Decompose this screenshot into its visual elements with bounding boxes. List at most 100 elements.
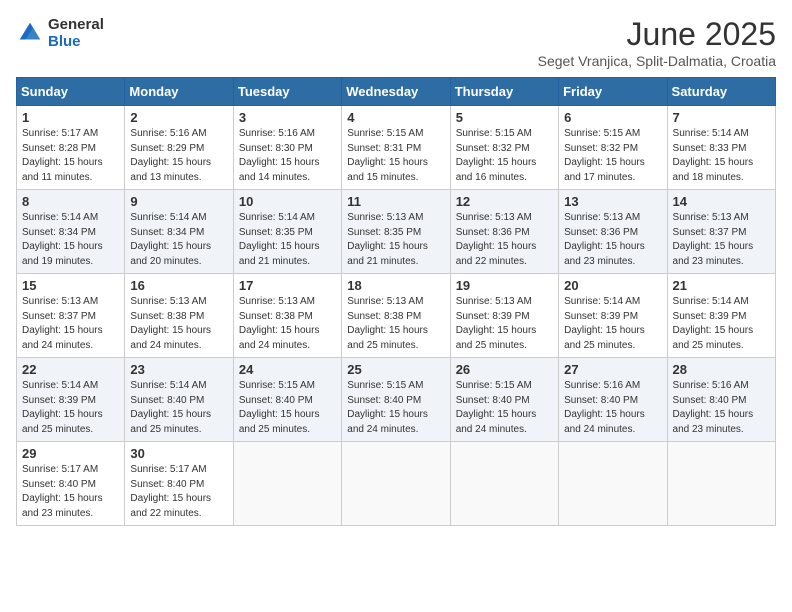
day-info: Sunrise: 5:13 AMSunset: 8:39 PMDaylight:… [456, 295, 553, 353]
calendar-cell: 3 Sunrise: 5:16 AMSunset: 8:30 PMDaylight… [233, 106, 341, 190]
calendar-cell: 20 Sunrise: 5:14 AMSunset: 8:39 PMDayligh… [559, 274, 667, 358]
day-number: 20 [564, 278, 661, 293]
calendar-cell: 12 Sunrise: 5:13 AMSunset: 8:36 PMDayligh… [450, 190, 558, 274]
day-number: 14 [673, 194, 770, 209]
calendar-cell [667, 442, 775, 526]
day-info: Sunrise: 5:14 AMSunset: 8:34 PMDaylight:… [130, 211, 227, 269]
calendar-week-row: 8 Sunrise: 5:14 AMSunset: 8:34 PMDaylight… [17, 190, 776, 274]
day-info: Sunrise: 5:16 AMSunset: 8:29 PMDaylight:… [130, 127, 227, 185]
day-number: 13 [564, 194, 661, 209]
day-info: Sunrise: 5:13 AMSunset: 8:38 PMDaylight:… [130, 295, 227, 353]
day-number: 21 [673, 278, 770, 293]
day-number: 7 [673, 110, 770, 125]
calendar-subtitle: Seget Vranjica, Split-Dalmatia, Croatia [538, 53, 776, 69]
calendar-cell: 28 Sunrise: 5:16 AMSunset: 8:40 PMDayligh… [667, 358, 775, 442]
day-info: Sunrise: 5:16 AMSunset: 8:30 PMDaylight:… [239, 127, 336, 185]
logo-text-general: General [48, 16, 104, 33]
calendar-cell: 25 Sunrise: 5:15 AMSunset: 8:40 PMDayligh… [342, 358, 450, 442]
day-number: 1 [22, 110, 119, 125]
calendar-cell: 4 Sunrise: 5:15 AMSunset: 8:31 PMDaylight… [342, 106, 450, 190]
calendar-cell: 10 Sunrise: 5:14 AMSunset: 8:35 PMDayligh… [233, 190, 341, 274]
day-info: Sunrise: 5:16 AMSunset: 8:40 PMDaylight:… [564, 379, 661, 437]
day-number: 4 [347, 110, 444, 125]
day-number: 22 [22, 362, 119, 377]
calendar-cell: 19 Sunrise: 5:13 AMSunset: 8:39 PMDayligh… [450, 274, 558, 358]
day-info: Sunrise: 5:14 AMSunset: 8:34 PMDaylight:… [22, 211, 119, 269]
day-info: Sunrise: 5:14 AMSunset: 8:39 PMDaylight:… [673, 295, 770, 353]
day-number: 3 [239, 110, 336, 125]
weekday-header: Friday [559, 78, 667, 106]
title-block: June 2025 Seget Vranjica, Split-Dalmatia… [538, 16, 776, 69]
day-info: Sunrise: 5:14 AMSunset: 8:33 PMDaylight:… [673, 127, 770, 185]
day-info: Sunrise: 5:13 AMSunset: 8:36 PMDaylight:… [564, 211, 661, 269]
day-info: Sunrise: 5:13 AMSunset: 8:37 PMDaylight:… [673, 211, 770, 269]
day-number: 11 [347, 194, 444, 209]
day-number: 28 [673, 362, 770, 377]
calendar-cell: 30Sunrise: 5:17 AMSunset: 8:40 PMDayligh… [125, 442, 233, 526]
day-number: 30 [130, 446, 227, 461]
day-info: Sunrise: 5:13 AMSunset: 8:37 PMDaylight:… [22, 295, 119, 353]
calendar-cell: 24Sunrise: 5:15 AMSunset: 8:40 PMDayligh… [233, 358, 341, 442]
day-info: Sunrise: 5:15 AMSunset: 8:40 PMDaylight:… [347, 379, 444, 437]
calendar-cell: 2 Sunrise: 5:16 AMSunset: 8:29 PMDaylight… [125, 106, 233, 190]
day-info: Sunrise: 5:14 AMSunset: 8:39 PMDaylight:… [22, 379, 119, 437]
calendar-week-row: 1 Sunrise: 5:17 AMSunset: 8:28 PMDaylight… [17, 106, 776, 190]
calendar-cell: 21 Sunrise: 5:14 AMSunset: 8:39 PMDayligh… [667, 274, 775, 358]
calendar-cell: 6 Sunrise: 5:15 AMSunset: 8:32 PMDaylight… [559, 106, 667, 190]
calendar-cell: 7 Sunrise: 5:14 AMSunset: 8:33 PMDaylight… [667, 106, 775, 190]
calendar-cell: 8 Sunrise: 5:14 AMSunset: 8:34 PMDaylight… [17, 190, 125, 274]
weekday-header: Wednesday [342, 78, 450, 106]
logo: General Blue [16, 16, 104, 50]
calendar-cell [559, 442, 667, 526]
calendar-title: June 2025 [538, 16, 776, 53]
weekday-header-row: SundayMondayTuesdayWednesdayThursdayFrid… [17, 78, 776, 106]
calendar-cell: 14 Sunrise: 5:13 AMSunset: 8:37 PMDayligh… [667, 190, 775, 274]
day-number: 23 [130, 362, 227, 377]
day-info: Sunrise: 5:14 AMSunset: 8:39 PMDaylight:… [564, 295, 661, 353]
day-info: Sunrise: 5:13 AMSunset: 8:35 PMDaylight:… [347, 211, 444, 269]
calendar-cell: 29Sunrise: 5:17 AMSunset: 8:40 PMDayligh… [17, 442, 125, 526]
calendar-cell [450, 442, 558, 526]
day-number: 8 [22, 194, 119, 209]
day-info: Sunrise: 5:13 AMSunset: 8:36 PMDaylight:… [456, 211, 553, 269]
calendar-cell: 1 Sunrise: 5:17 AMSunset: 8:28 PMDaylight… [17, 106, 125, 190]
day-number: 19 [456, 278, 553, 293]
day-number: 12 [456, 194, 553, 209]
calendar-cell [342, 442, 450, 526]
day-number: 26 [456, 362, 553, 377]
logo-text-blue: Blue [48, 33, 104, 50]
calendar-cell [233, 442, 341, 526]
calendar-cell: 16 Sunrise: 5:13 AMSunset: 8:38 PMDayligh… [125, 274, 233, 358]
day-number: 24 [239, 362, 336, 377]
weekday-header: Tuesday [233, 78, 341, 106]
calendar-week-row: 29Sunrise: 5:17 AMSunset: 8:40 PMDayligh… [17, 442, 776, 526]
day-info: Sunrise: 5:14 AMSunset: 8:35 PMDaylight:… [239, 211, 336, 269]
weekday-header: Saturday [667, 78, 775, 106]
day-info: Sunrise: 5:15 AMSunset: 8:31 PMDaylight:… [347, 127, 444, 185]
day-info: Sunrise: 5:13 AMSunset: 8:38 PMDaylight:… [347, 295, 444, 353]
day-info: Sunrise: 5:15 AMSunset: 8:32 PMDaylight:… [564, 127, 661, 185]
weekday-header: Monday [125, 78, 233, 106]
page-header: General Blue June 2025 Seget Vranjica, S… [16, 16, 776, 69]
day-number: 2 [130, 110, 227, 125]
day-info: Sunrise: 5:15 AMSunset: 8:40 PMDaylight:… [456, 379, 553, 437]
day-number: 27 [564, 362, 661, 377]
calendar-cell: 9 Sunrise: 5:14 AMSunset: 8:34 PMDaylight… [125, 190, 233, 274]
calendar-week-row: 15Sunrise: 5:13 AMSunset: 8:37 PMDayligh… [17, 274, 776, 358]
day-number: 9 [130, 194, 227, 209]
weekday-header: Sunday [17, 78, 125, 106]
calendar-cell: 27 Sunrise: 5:16 AMSunset: 8:40 PMDayligh… [559, 358, 667, 442]
day-info: Sunrise: 5:17 AMSunset: 8:28 PMDaylight:… [22, 127, 119, 185]
calendar-cell: 17Sunrise: 5:13 AMSunset: 8:38 PMDayligh… [233, 274, 341, 358]
day-number: 18 [347, 278, 444, 293]
day-number: 6 [564, 110, 661, 125]
day-number: 29 [22, 446, 119, 461]
day-info: Sunrise: 5:13 AMSunset: 8:38 PMDaylight:… [239, 295, 336, 353]
day-info: Sunrise: 5:14 AMSunset: 8:40 PMDaylight:… [130, 379, 227, 437]
calendar-cell: 5Sunrise: 5:15 AMSunset: 8:32 PMDaylight… [450, 106, 558, 190]
day-number: 16 [130, 278, 227, 293]
day-number: 25 [347, 362, 444, 377]
day-number: 10 [239, 194, 336, 209]
day-info: Sunrise: 5:16 AMSunset: 8:40 PMDaylight:… [673, 379, 770, 437]
day-info: Sunrise: 5:15 AMSunset: 8:32 PMDaylight:… [456, 127, 553, 185]
